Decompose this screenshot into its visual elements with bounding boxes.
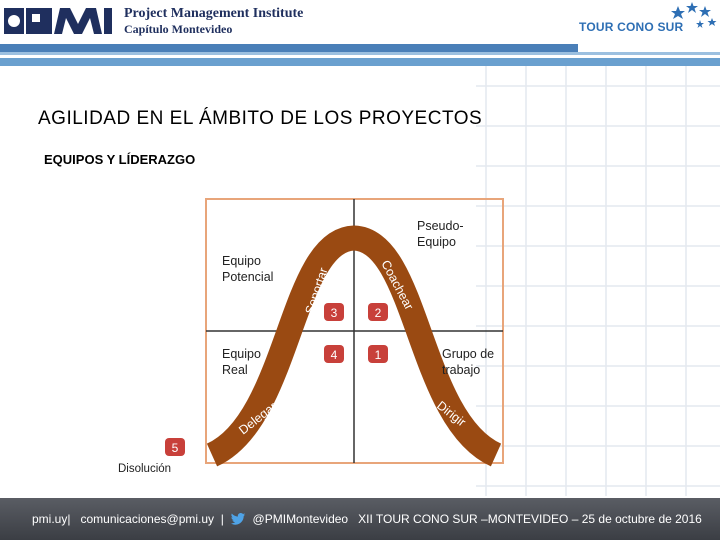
footer-event-info: XII TOUR CONO SUR –MONTEVIDEO – 25 de oc… xyxy=(358,512,702,526)
svg-text:1: 1 xyxy=(375,348,382,362)
svg-text:2: 2 xyxy=(375,306,382,320)
org-name: Project Management Institute xyxy=(124,6,304,21)
label-equipo-potencial: Equipo Potencial xyxy=(222,254,273,284)
slide-subtitle: EQUIPOS Y LÍDERAZGO xyxy=(44,152,196,167)
footer-email-link[interactable]: comunicaciones@pmi.uy xyxy=(80,512,214,526)
label-disolucion: Disolución xyxy=(118,463,171,475)
svg-text:5: 5 xyxy=(172,441,179,455)
pmi-logo xyxy=(4,8,112,34)
label-grupo-de-trabajo: Grupo de trabajo xyxy=(442,347,498,377)
header-stripe xyxy=(0,44,578,52)
twitter-bird-icon xyxy=(231,513,246,525)
footer-twitter-handle[interactable]: @PMIMontevideo xyxy=(253,512,349,526)
slide-title: AGILIDAD EN EL ÁMBITO DE LOS PROYECTOS xyxy=(38,108,483,129)
marker-1: 1 xyxy=(368,345,388,363)
tour-name: TOUR CONO SUR xyxy=(579,20,684,34)
svg-text:4: 4 xyxy=(331,348,338,362)
header-stripe-thin xyxy=(0,52,720,55)
footer-text: pmi.uy| comunicaciones@pmi.uy | @PMIMont… xyxy=(32,512,702,526)
header-stripe-light xyxy=(0,58,720,66)
marker-2: 2 xyxy=(368,303,388,321)
label-equipo-real: Equipo Real xyxy=(222,347,264,377)
marker-5: 5 xyxy=(165,438,185,456)
svg-text:3: 3 xyxy=(331,306,338,320)
footer-separator: | xyxy=(220,512,224,526)
chapter-name: Capítulo Montevideo xyxy=(124,22,233,36)
marker-3: 3 xyxy=(324,303,344,321)
marker-4: 4 xyxy=(324,345,344,363)
team-leadership-diagram: Equipo Potencial Pseudo- Equipo Equipo R… xyxy=(118,198,504,475)
label-pseudo-equipo: Pseudo- Equipo xyxy=(417,219,467,249)
footer-site-link[interactable]: pmi.uy| xyxy=(32,512,70,526)
